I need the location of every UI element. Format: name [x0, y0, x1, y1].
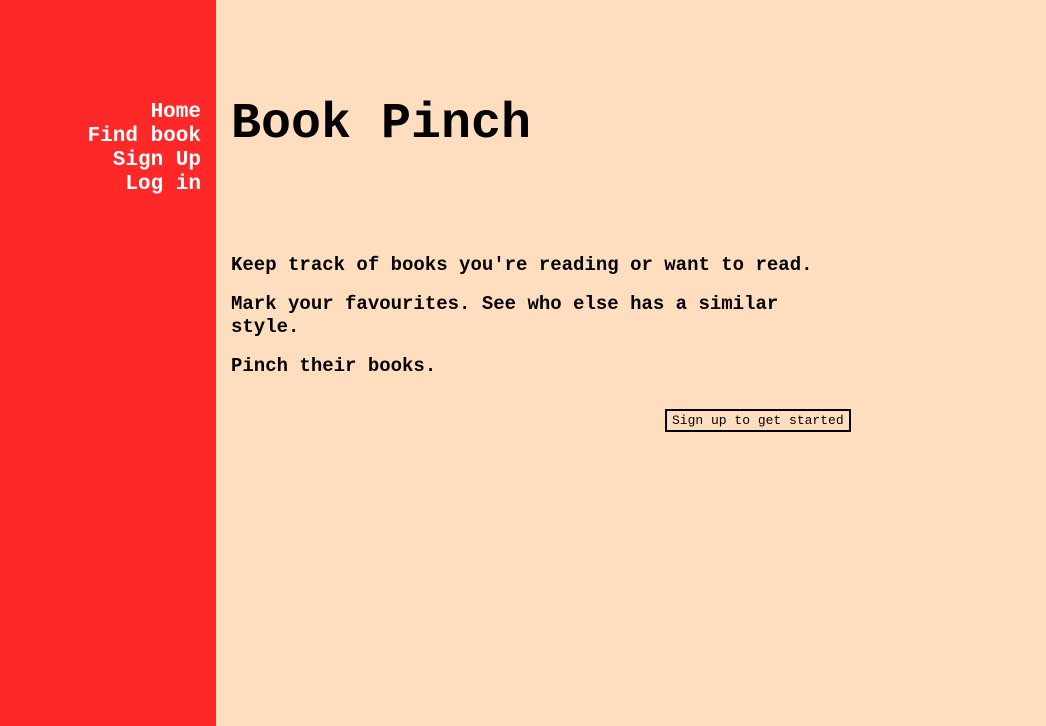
intro-paragraph-track: Keep track of books you're reading or wa… [231, 254, 813, 276]
intro-paragraph-pinch: Pinch their books. [231, 355, 437, 377]
nav-link-find-book[interactable]: Find book [88, 125, 201, 149]
sidebar: Home Find book Sign Up Log in [0, 0, 216, 726]
intro-paragraph-favourites: Mark your favourites. See who else has a… [231, 293, 779, 338]
sign-up-cta-button[interactable]: Sign up to get started [665, 409, 851, 432]
intro-text: Keep track of books you're reading or wa… [231, 254, 831, 394]
nav-link-home[interactable]: Home [88, 101, 201, 125]
nav-link-log-in[interactable]: Log in [88, 173, 201, 197]
page-title: Book Pinch [231, 96, 532, 153]
main-nav: Home Find book Sign Up Log in [88, 101, 201, 197]
nav-link-sign-up[interactable]: Sign Up [88, 149, 201, 173]
